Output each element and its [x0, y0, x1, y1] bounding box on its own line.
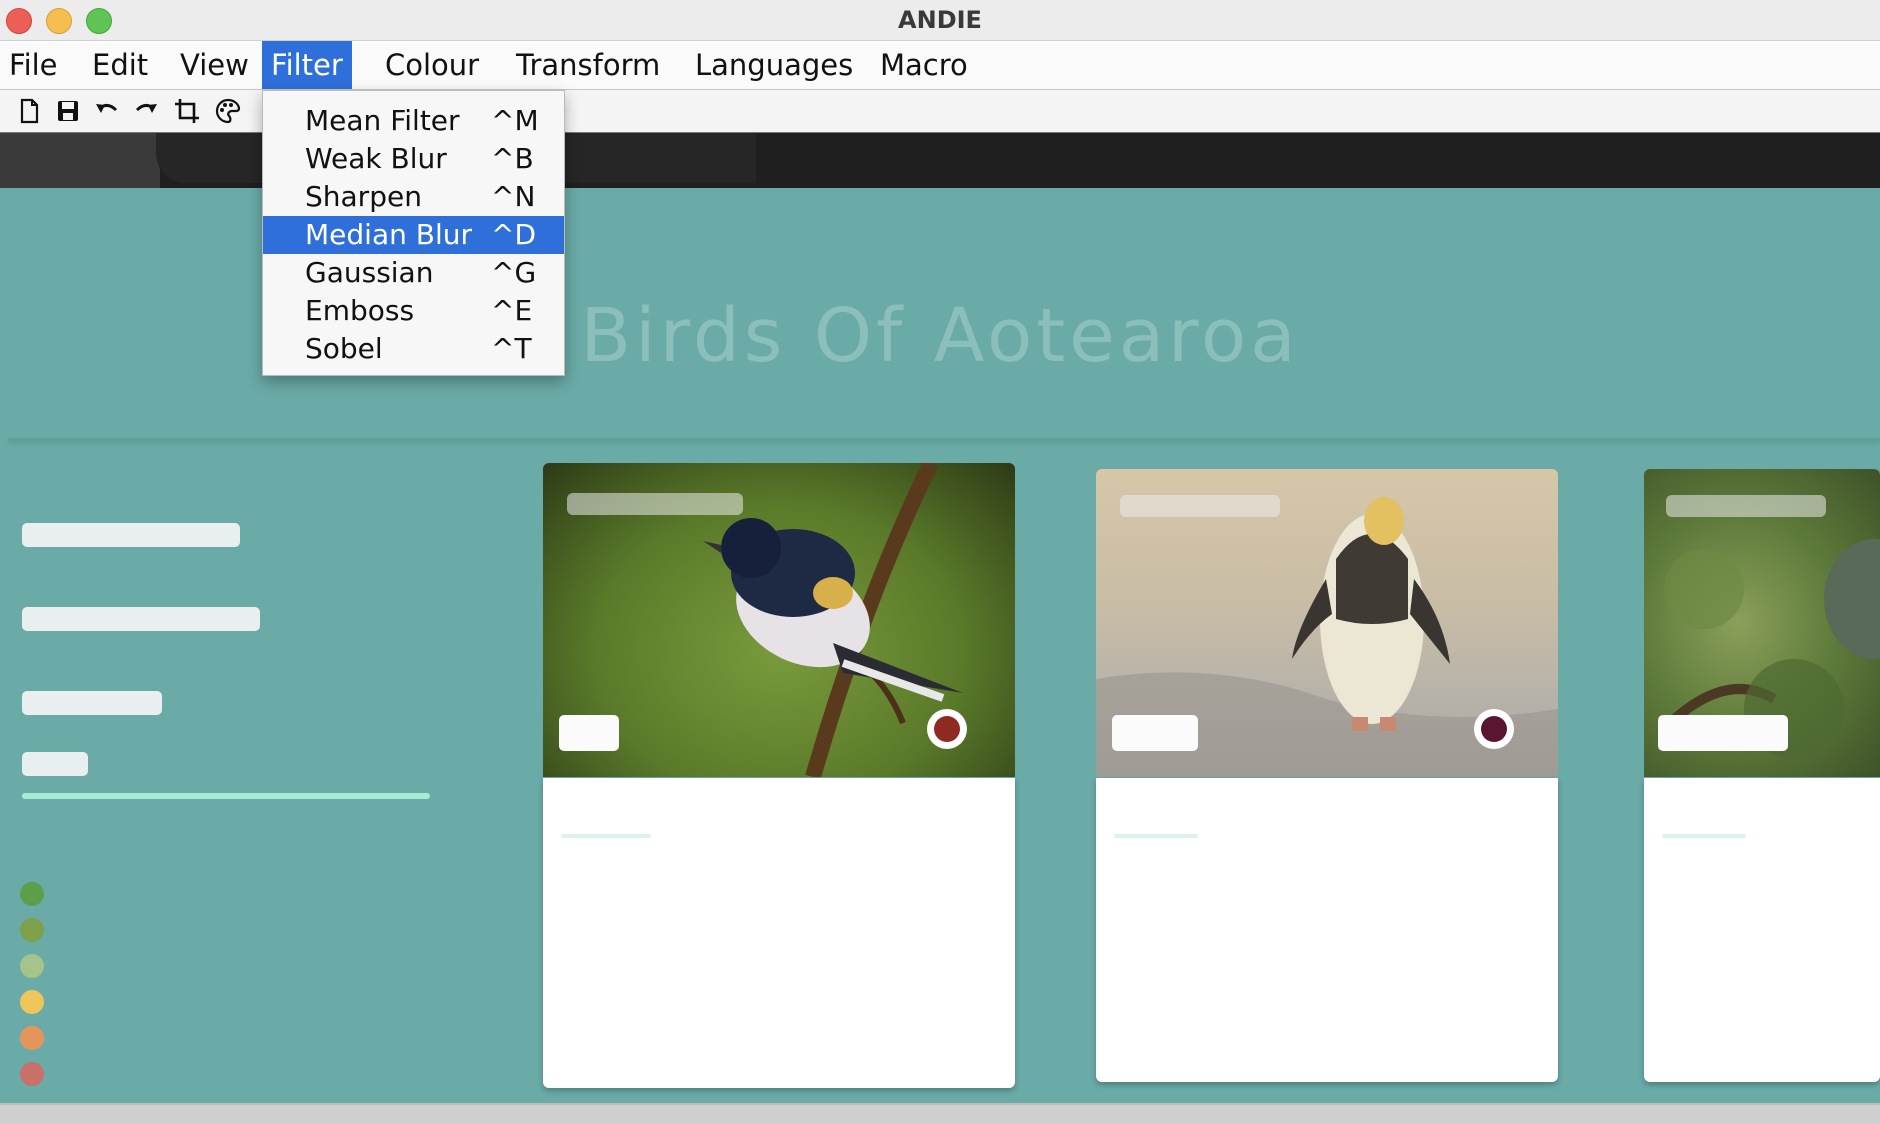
image-divider: [8, 438, 1880, 442]
undo-icon[interactable]: [92, 96, 122, 126]
menu-item-label: Median Blur: [305, 218, 472, 251]
menu-item-shortcut: ^N: [491, 180, 536, 213]
card-1-caption: [561, 834, 651, 838]
menu-item-shortcut: ^D: [491, 218, 537, 251]
menu-macro[interactable]: Macro: [871, 41, 977, 89]
color-swatch-3: [20, 954, 44, 978]
redo-icon[interactable]: [131, 96, 161, 126]
card-2-tag: [1120, 495, 1280, 517]
color-swatch-6: [20, 1062, 44, 1086]
card-1-record-button[interactable]: [927, 709, 967, 749]
menu-item-median-blur[interactable]: Median Blur ^D: [263, 216, 564, 254]
card-1-tag: [567, 493, 743, 515]
menu-item-shortcut: ^M: [491, 104, 539, 137]
menu-item-label: Gaussian: [305, 256, 434, 289]
card-1-body: [543, 778, 1015, 1088]
card-2-button[interactable]: [1112, 715, 1198, 751]
menu-languages[interactable]: Languages: [686, 41, 862, 89]
menu-item-mean-filter[interactable]: Mean Filter ^M: [263, 102, 564, 140]
color-swatch-5: [20, 1026, 44, 1050]
menu-item-label: Mean Filter: [305, 104, 460, 137]
card-1-button[interactable]: [559, 715, 619, 751]
menu-view[interactable]: View: [171, 41, 258, 89]
sidebar-line: [22, 793, 430, 799]
color-swatch-4: [20, 990, 44, 1014]
menu-item-emboss[interactable]: Emboss ^E: [263, 292, 564, 330]
new-file-icon[interactable]: [14, 96, 44, 126]
card-3-image: [1644, 469, 1880, 777]
menu-file[interactable]: File: [0, 41, 67, 89]
menu-item-weak-blur[interactable]: Weak Blur ^B: [263, 140, 564, 178]
menu-item-gaussian[interactable]: Gaussian ^G: [263, 254, 564, 292]
menu-item-sharpen[interactable]: Sharpen ^N: [263, 178, 564, 216]
card-3-button[interactable]: [1658, 715, 1788, 751]
card-3-body: [1644, 778, 1880, 1082]
filter-menu-dropdown: Mean Filter ^M Weak Blur ^B Sharpen ^N M…: [262, 90, 565, 376]
menu-item-label: Sharpen: [305, 180, 422, 213]
card-2-record-button[interactable]: [1474, 709, 1514, 749]
menu-item-shortcut: ^T: [491, 332, 532, 365]
sidebar-bar-4: [22, 752, 88, 776]
image-header-left: [0, 133, 160, 188]
window-title: ANDIE: [898, 6, 982, 34]
palette-icon[interactable]: [213, 96, 243, 126]
menu-item-label: Weak Blur: [305, 142, 447, 175]
record-dot-icon: [1481, 716, 1507, 742]
color-swatch-1: [20, 882, 44, 906]
menu-item-label: Sobel: [305, 332, 383, 365]
menu-transform[interactable]: Transform: [507, 41, 669, 89]
menu-item-shortcut: ^G: [491, 256, 537, 289]
card-1-image: [543, 463, 1015, 777]
crop-icon[interactable]: [172, 96, 202, 126]
menu-item-shortcut: ^B: [491, 142, 534, 175]
card-3-caption: [1662, 834, 1746, 838]
menu-edit[interactable]: Edit: [83, 41, 157, 89]
menu-filter[interactable]: Filter: [262, 41, 352, 89]
menu-item-shortcut: ^E: [491, 294, 533, 327]
sidebar-bar-2: [22, 607, 260, 631]
card-2-caption: [1114, 834, 1198, 838]
card-2-image: [1096, 469, 1558, 777]
sidebar-bar-1: [22, 523, 240, 547]
window-titlebar: ANDIE: [0, 0, 1880, 41]
save-icon[interactable]: [53, 96, 83, 126]
window-bottom-strip: [0, 1103, 1880, 1124]
menubar: File Edit View Filter Colour Transform L…: [0, 41, 1880, 90]
menu-item-sobel[interactable]: Sobel ^T: [263, 330, 564, 368]
card-3-tag: [1666, 495, 1826, 517]
menu-item-label: Emboss: [305, 294, 415, 327]
record-dot-icon: [934, 716, 960, 742]
menu-colour[interactable]: Colour: [376, 41, 488, 89]
color-swatch-2: [20, 918, 44, 942]
sidebar-bar-3: [22, 691, 162, 715]
card-2-body: [1096, 778, 1558, 1082]
